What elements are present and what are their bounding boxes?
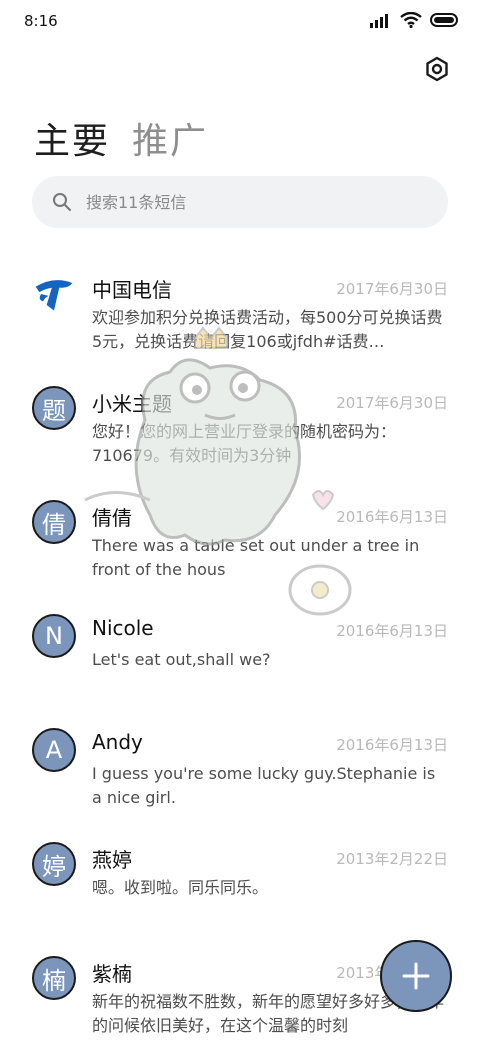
china-telecom-logo-icon: [35, 280, 73, 311]
message-item[interactable]: 婷 燕婷 2013年2月22日 嗯。收到啦。同乐同乐。: [0, 826, 480, 940]
contact-name: Andy: [92, 730, 143, 754]
avatar: 婷: [32, 842, 76, 886]
avatar: 倩: [32, 500, 76, 544]
contact-name: 倩倩: [92, 506, 132, 530]
message-item[interactable]: A Andy 2016年6月13日 I guess you're some lu…: [0, 712, 480, 826]
avatar: [32, 272, 76, 316]
message-preview: 嗯。收到啦。同乐同乐。: [92, 878, 269, 897]
avatar: A: [32, 728, 76, 772]
search-bar[interactable]: [32, 176, 448, 228]
signal-icon: [370, 14, 388, 28]
new-message-button[interactable]: [380, 940, 452, 1012]
battery-icon: [430, 13, 458, 27]
contact-name: 小米主题: [92, 392, 172, 416]
tab-bar: 主要 推广: [34, 112, 208, 164]
avatar: 题: [32, 386, 76, 430]
status-icons: [370, 12, 458, 28]
message-item[interactable]: N Nicole 2016年6月13日 Let's eat out,shall …: [0, 598, 480, 712]
contact-name: 紫楠: [92, 962, 132, 986]
message-date: 2013年2月22日: [336, 850, 448, 868]
message-item[interactable]: 中国电信 2017年6月30日 欢迎参加积分兑换话费活动，每500分可兑换话费5…: [0, 256, 480, 370]
tab-main[interactable]: 主要: [34, 112, 110, 164]
status-time: 8:16: [24, 12, 58, 30]
message-preview: Let's eat out,shall we?: [92, 650, 271, 669]
message-date: 2017年6月30日: [336, 280, 448, 298]
message-preview: There was a table set out under a tree i…: [92, 536, 420, 579]
tab-promotion[interactable]: 推广: [132, 112, 208, 164]
message-date: 2016年6月13日: [336, 622, 448, 640]
message-preview: 欢迎参加积分兑换话费活动，每500分可兑换话费5元，兑换话费请回复106或jfd…: [92, 308, 443, 351]
avatar: N: [32, 614, 76, 658]
search-input[interactable]: [84, 191, 428, 213]
settings-button[interactable]: [420, 52, 454, 86]
contact-name: Nicole: [92, 616, 154, 640]
message-date: 2017年6月30日: [336, 394, 448, 412]
gear-icon: [426, 56, 448, 82]
contact-name: 燕婷: [92, 848, 132, 872]
contact-name: 中国电信: [92, 278, 172, 302]
message-preview: I guess you're some lucky guy.Stephanie …: [92, 764, 436, 807]
message-item[interactable]: 题 小米主题 2017年6月30日 您好！您的网上营业厅登录的随机密码为：710…: [0, 370, 480, 484]
message-list: 中国电信 2017年6月30日 欢迎参加积分兑换话费活动，每500分可兑换话费5…: [0, 256, 480, 1054]
message-date: 2016年6月13日: [336, 508, 448, 526]
wifi-icon: [400, 12, 422, 28]
message-preview: 您好！您的网上营业厅登录的随机密码为：710679。有效时间为3分钟: [92, 422, 397, 465]
status-bar: 8:16: [0, 0, 480, 40]
plus-icon: [402, 962, 430, 990]
avatar: 楠: [32, 956, 76, 1000]
message-item[interactable]: 倩 倩倩 2016年6月13日 There was a table set ou…: [0, 484, 480, 598]
message-date: 2016年6月13日: [336, 736, 448, 754]
search-icon: [53, 193, 71, 211]
